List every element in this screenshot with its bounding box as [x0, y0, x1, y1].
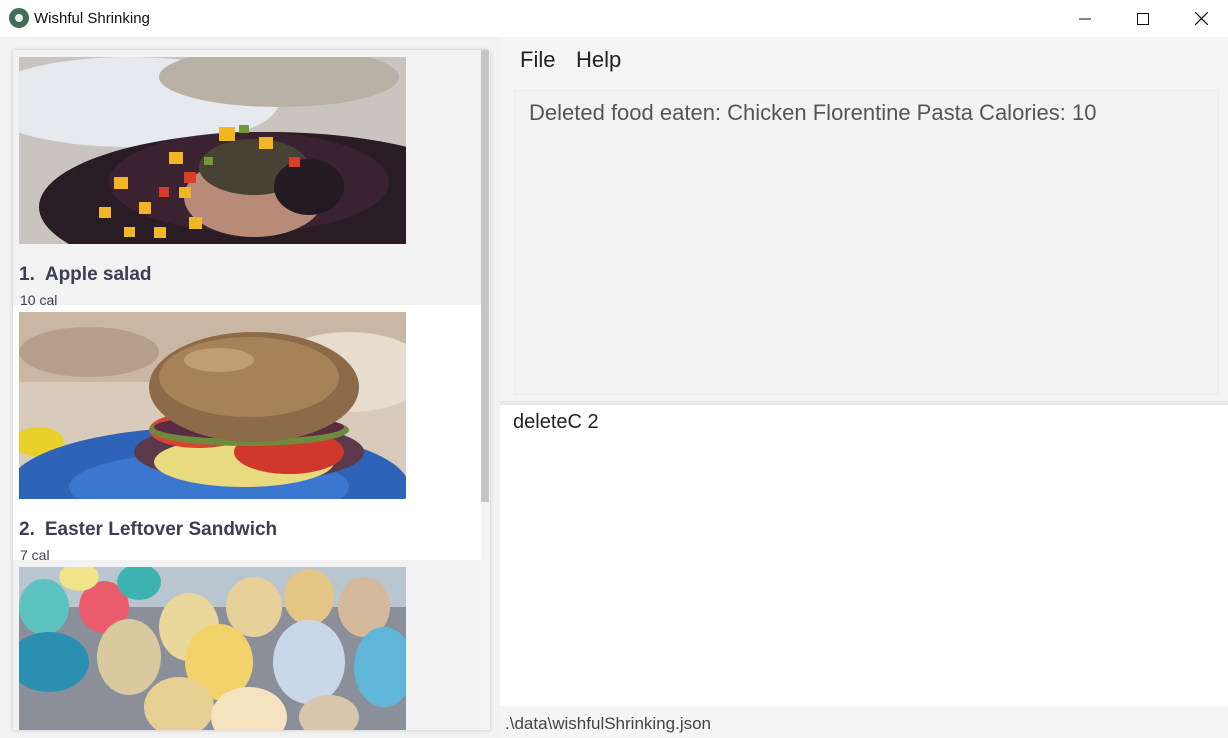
food-photo	[19, 567, 406, 730]
food-list-panel: 1. Apple salad 10 cal 2. Easter Leftover…	[0, 37, 500, 738]
result-display: Deleted food eaten: Chicken Florentine P…	[514, 90, 1219, 395]
window-title: Wishful Shrinking	[34, 10, 150, 27]
result-display-panel: Deleted food eaten: Chicken Florentine P…	[500, 83, 1228, 401]
save-location: .\data\wishfulShrinking.json	[505, 714, 712, 733]
food-index: 1.	[19, 264, 35, 285]
food-title: 2. Easter Leftover Sandwich	[19, 519, 277, 541]
food-photo	[19, 57, 406, 244]
status-bar: .\data\wishfulShrinking.json	[500, 706, 1228, 738]
food-photo	[19, 312, 406, 499]
food-title: 1. Apple salad	[19, 264, 152, 286]
list-item[interactable]: 1. Apple salad 10 cal	[13, 50, 481, 308]
list-item[interactable]	[13, 560, 481, 730]
menu-file[interactable]: File	[520, 47, 555, 73]
food-name: Easter Leftover Sandwich	[44, 519, 278, 540]
minimize-button[interactable]	[1056, 0, 1114, 37]
result-message: Deleted food eaten: Chicken Florentine P…	[529, 100, 1097, 125]
menu-bar: File Help	[500, 37, 1228, 83]
food-name: Apple salad	[44, 264, 152, 285]
app-icon	[9, 8, 29, 28]
list-scrollbar[interactable]	[481, 50, 489, 502]
close-icon	[1194, 12, 1208, 25]
food-index: 2.	[19, 519, 35, 540]
food-list[interactable]: 1. Apple salad 10 cal 2. Easter Leftover…	[13, 50, 490, 730]
title-bar: Wishful Shrinking	[0, 0, 1228, 37]
command-box[interactable]	[500, 405, 1228, 705]
command-input[interactable]	[513, 411, 1213, 434]
maximize-button[interactable]	[1114, 0, 1172, 37]
close-button[interactable]	[1172, 0, 1228, 37]
maximize-icon	[1137, 12, 1149, 25]
minimize-icon	[1079, 18, 1091, 19]
list-item[interactable]: 2. Easter Leftover Sandwich 7 cal	[13, 305, 481, 563]
menu-help[interactable]: Help	[576, 47, 621, 73]
